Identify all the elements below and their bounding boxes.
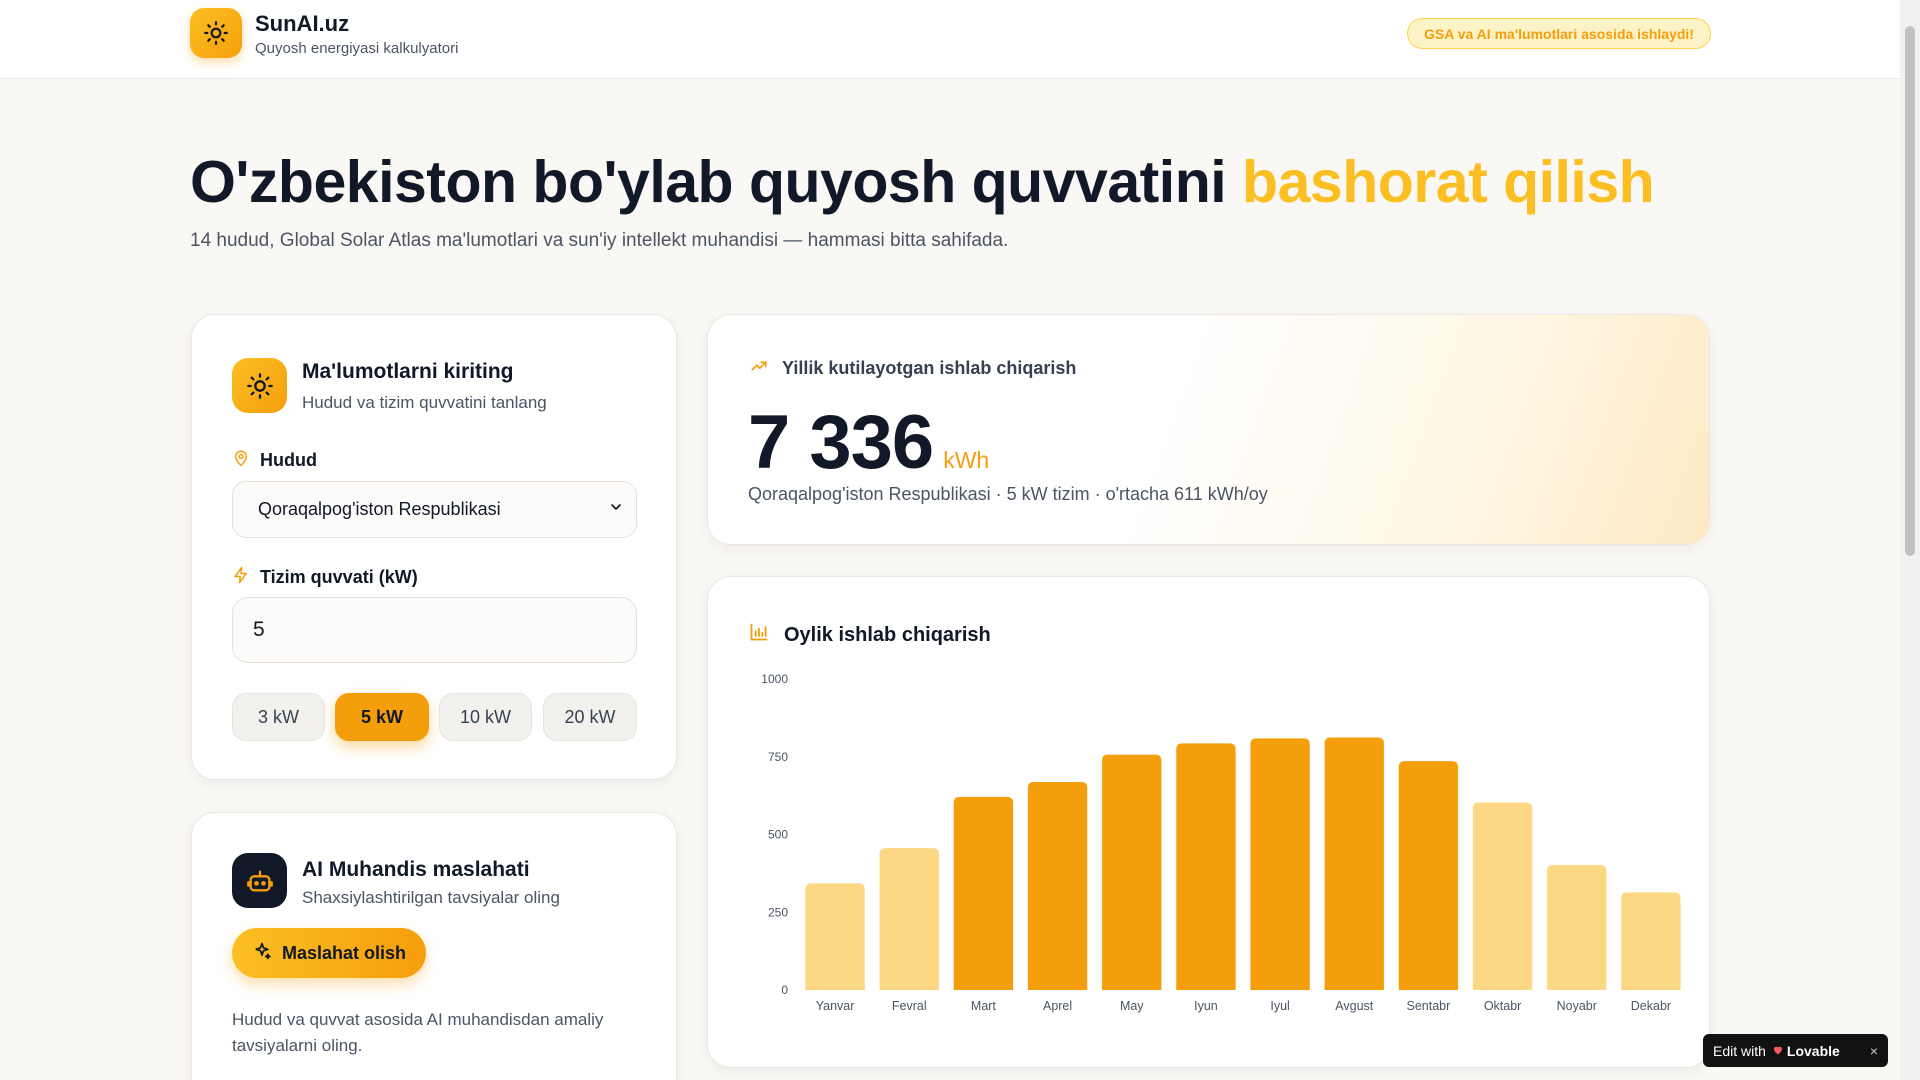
annual-value: 7 336 kWh	[748, 399, 989, 486]
lovable-brand: Lovable	[1772, 1043, 1840, 1059]
robot-icon	[232, 853, 287, 908]
bar-mart[interactable]	[953, 796, 1014, 990]
sparkles-icon	[252, 941, 272, 966]
bar-may[interactable]	[1102, 754, 1162, 990]
power-label-text: Tizim quvvati (kW)	[260, 567, 418, 587]
chevron-down-icon	[608, 499, 624, 520]
y-tick-label: 500	[768, 828, 788, 842]
sun-logo-icon[interactable]	[190, 8, 242, 58]
x-tick-label: Sentabr	[1407, 999, 1451, 1013]
annual-value-number: 7 336	[748, 400, 934, 485]
page-title-main: O'zbekiston bo'ylab quyosh quvvatini	[190, 149, 1227, 215]
bar-avgust[interactable]	[1324, 737, 1384, 990]
preset-3kw-button[interactable]: 3 kW	[232, 693, 325, 741]
ai-card-subtitle: Shaxsiylashtirilgan tavsiyalar oling	[302, 888, 560, 907]
input-card-title: Ma'lumotlarni kiriting	[302, 360, 514, 383]
page-title-accent: bashorat qilish	[1242, 149, 1655, 215]
x-tick-label: Mart	[971, 999, 997, 1013]
y-tick-label: 0	[781, 983, 788, 997]
bar-iyul[interactable]	[1250, 738, 1310, 990]
brand-subtitle: Quyosh energiyasi kalkulyatori	[255, 40, 459, 57]
get-advice-button-label: Maslahat olish	[281, 942, 407, 963]
region-label-text: Hudud	[260, 450, 317, 470]
bar-iyun[interactable]	[1176, 743, 1236, 990]
annual-summary: Qoraqalpog'iston Respublikasi · 5 kW tiz…	[748, 484, 1268, 504]
ai-card-title: AI Muhandis maslahati	[302, 858, 530, 881]
heart-icon	[1772, 1043, 1784, 1059]
bar-yanvar[interactable]	[805, 883, 865, 990]
annual-value-unit: kWh	[943, 447, 990, 473]
y-tick-label: 750	[768, 750, 788, 764]
input-card: Ma'lumotlarni kiriting Hudud va tizim qu…	[191, 314, 677, 780]
region-label: Hudud	[232, 448, 317, 473]
x-tick-label: Oktabr	[1484, 999, 1522, 1013]
power-input[interactable]: 5	[232, 597, 637, 663]
sun-icon	[232, 358, 287, 413]
ai-advice-card: AI Muhandis maslahati Shaxsiylashtirilga…	[191, 812, 677, 1080]
page-title: O'zbekiston bo'ylab quyosh quvvatini bas…	[190, 148, 1655, 216]
data-source-badge: GSA va AI ma'lumotlari asosida ishlaydi!	[1407, 18, 1711, 49]
map-pin-icon	[232, 448, 250, 473]
x-tick-label: Iyun	[1194, 999, 1218, 1013]
region-select-value: Qoraqalpog'iston Respublikasi	[258, 499, 501, 519]
bar-noyabr[interactable]	[1547, 864, 1607, 990]
power-label: Tizim quvvati (kW)	[232, 565, 418, 590]
x-tick-label: May	[1120, 999, 1144, 1013]
lovable-prefix: Edit with	[1713, 1042, 1766, 1059]
lightning-icon	[232, 565, 250, 590]
preset-10kw-button[interactable]: 10 kW	[439, 693, 532, 741]
annual-production-card: Yillik kutilayotgan ishlab chiqarish 7 3…	[707, 314, 1710, 545]
app-header: SunAI.uz Quyosh energiyasi kalkulyatori …	[0, 0, 1900, 79]
brand-name[interactable]: SunAI.uz	[255, 11, 349, 37]
x-tick-label: Yanvar	[816, 999, 855, 1013]
x-tick-label: Iyul	[1270, 999, 1289, 1013]
preset-20kw-button[interactable]: 20 kW	[543, 693, 637, 741]
x-tick-label: Avgust	[1335, 999, 1374, 1013]
input-card-subtitle: Hudud va tizim quvvatini tanlang	[302, 393, 547, 412]
y-tick-label: 250	[768, 905, 788, 919]
scrollbar-thumb[interactable]	[1905, 26, 1915, 556]
bar-sentabr[interactable]	[1398, 761, 1459, 990]
annual-label-text: Yillik kutilayotgan ishlab chiqarish	[782, 358, 1077, 378]
x-tick-label: Fevral	[892, 999, 927, 1013]
monthly-bar-chart: 0 250 500 750 1000 Yanvar Fevral Mart Aprel May Iy…	[761, 672, 1681, 1013]
preset-5kw-button[interactable]: 5 kW	[335, 693, 429, 741]
monthly-chart-card: Oylik ishlab chiqarish 0 250 500 750 1000 Yan…	[707, 576, 1710, 1068]
bar-oktabr[interactable]	[1472, 802, 1533, 990]
x-tick-label: Noyabr	[1557, 999, 1597, 1013]
annual-label: Yillik kutilayotgan ishlab chiqarish	[748, 357, 1076, 380]
page-subtitle: 14 hudud, Global Solar Atlas ma'lumotlar…	[190, 230, 1009, 251]
get-advice-button[interactable]: Maslahat olish	[232, 928, 426, 978]
bar-fevral[interactable]	[879, 848, 939, 990]
trending-up-icon	[748, 357, 770, 380]
edit-with-lovable-badge[interactable]: Edit with Lovable ×	[1703, 1034, 1888, 1067]
bar-dekabr[interactable]	[1621, 892, 1681, 990]
close-icon[interactable]: ×	[1870, 1043, 1878, 1059]
lovable-brand-text: Lovable	[1786, 1042, 1840, 1059]
region-select[interactable]: Qoraqalpog'iston Respublikasi	[232, 481, 637, 538]
x-tick-label: Aprel	[1043, 999, 1072, 1013]
ai-card-note: Hudud va quvvat asosida AI muhandisdan a…	[232, 1010, 604, 1055]
y-tick-label: 1000	[761, 672, 788, 686]
x-tick-label: Dekabr	[1631, 999, 1671, 1013]
bar-aprel[interactable]	[1027, 781, 1088, 990]
